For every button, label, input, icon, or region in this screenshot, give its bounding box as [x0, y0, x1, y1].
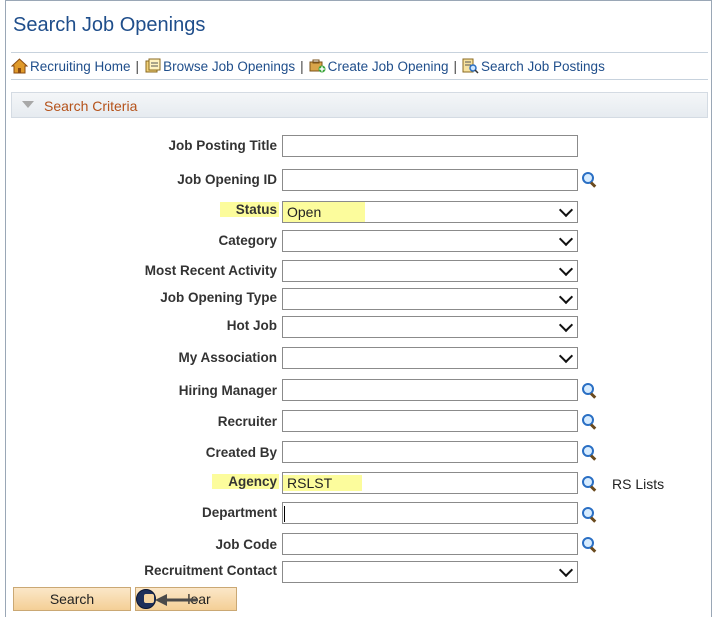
recruitment-contact-select[interactable]	[282, 561, 578, 583]
window-frame-right	[711, 0, 712, 617]
status-value: Open	[283, 202, 365, 222]
most-recent-activity-select[interactable]	[282, 260, 578, 282]
recruiter-label: Recruiter	[217, 414, 277, 429]
create-job-opening-label: Create Job Opening	[327, 58, 449, 74]
agency-input[interactable]: RSLST	[282, 472, 578, 494]
link-separator: |	[453, 58, 457, 74]
recruiting-home-link[interactable]: Recruiting Home	[10, 58, 131, 74]
job-opening-type-select[interactable]	[282, 288, 578, 310]
job-opening-type-label: Job Opening Type	[160, 290, 277, 305]
recruiter-input[interactable]	[282, 410, 578, 432]
hot-job-label: Hot Job	[226, 318, 277, 333]
hiring-manager-input[interactable]	[282, 379, 578, 401]
search-job-postings-label: Search Job Postings	[481, 58, 605, 74]
job-opening-id-input[interactable]	[282, 169, 578, 191]
chevron-down-icon	[558, 261, 574, 277]
job-code-label: Job Code	[215, 537, 277, 552]
create-icon	[309, 58, 326, 74]
link-bar: Recruiting Home | Browse Job Openings | …	[10, 52, 708, 80]
text-caret	[284, 506, 285, 522]
recruiter-lookup-icon[interactable]	[581, 413, 597, 430]
agency-description: RS Lists	[612, 476, 665, 492]
search-criteria-title: Search Criteria	[44, 98, 138, 114]
created-by-lookup-icon[interactable]	[581, 444, 597, 461]
most-recent-activity-label: Most Recent Activity	[144, 263, 277, 278]
hiring-manager-label: Hiring Manager	[178, 383, 277, 398]
created-by-input[interactable]	[282, 441, 578, 463]
department-input[interactable]	[282, 502, 578, 524]
my-association-label: My Association	[178, 350, 277, 365]
recruitment-contact-label: Recruitment Contact	[144, 563, 277, 578]
agency-value: RSLST	[283, 475, 363, 491]
hot-job-select[interactable]	[282, 316, 578, 338]
job-posting-title-label: Job Posting Title	[168, 138, 277, 153]
department-label: Department	[201, 505, 277, 520]
browse-job-openings-link[interactable]: Browse Job Openings	[144, 58, 295, 74]
status-label-wrap: Status	[219, 200, 279, 220]
chevron-down-icon	[558, 348, 574, 364]
search-postings-icon	[462, 58, 479, 74]
chevron-down-icon	[558, 289, 574, 305]
agency-label: Agency	[212, 474, 279, 489]
browse-job-openings-label: Browse Job Openings	[163, 58, 296, 74]
window-frame-left	[5, 0, 6, 617]
link-separator: |	[300, 58, 304, 74]
category-label: Category	[218, 233, 277, 248]
page-title: Search Job Openings	[13, 14, 206, 36]
job-posting-title-input[interactable]	[282, 135, 578, 157]
status-label: Status	[219, 202, 279, 217]
browse-icon	[144, 58, 161, 74]
hiring-manager-lookup-icon[interactable]	[581, 382, 597, 399]
search-job-postings-link[interactable]: Search Job Postings	[462, 58, 605, 74]
pointer-arrow-icon	[155, 594, 198, 606]
link-separator: |	[135, 58, 140, 74]
search-button[interactable]: Search	[13, 587, 131, 611]
status-select[interactable]: Open	[282, 201, 578, 223]
collapse-triangle-icon[interactable]	[22, 101, 34, 108]
chevron-down-icon	[558, 231, 574, 247]
create-job-opening-link[interactable]: Create Job Opening	[309, 58, 449, 74]
department-lookup-icon[interactable]	[581, 506, 597, 523]
category-select[interactable]	[282, 230, 578, 252]
chevron-down-icon	[558, 202, 574, 218]
job-code-input[interactable]	[282, 533, 578, 555]
my-association-select[interactable]	[282, 347, 578, 369]
chevron-down-icon	[558, 317, 574, 333]
chevron-down-icon	[558, 562, 574, 578]
agency-label-wrap: Agency	[212, 472, 279, 492]
job-opening-id-label: Job Opening ID	[177, 172, 277, 187]
job-opening-id-lookup-icon[interactable]	[581, 171, 597, 188]
job-code-lookup-icon[interactable]	[581, 536, 597, 553]
window-frame-top	[5, 0, 712, 1]
created-by-label: Created By	[205, 445, 277, 460]
home-icon	[10, 58, 29, 74]
recruiting-home-label: Recruiting Home	[30, 58, 131, 74]
search-criteria-header[interactable]: Search Criteria	[11, 92, 708, 118]
agency-lookup-icon[interactable]	[581, 475, 597, 492]
